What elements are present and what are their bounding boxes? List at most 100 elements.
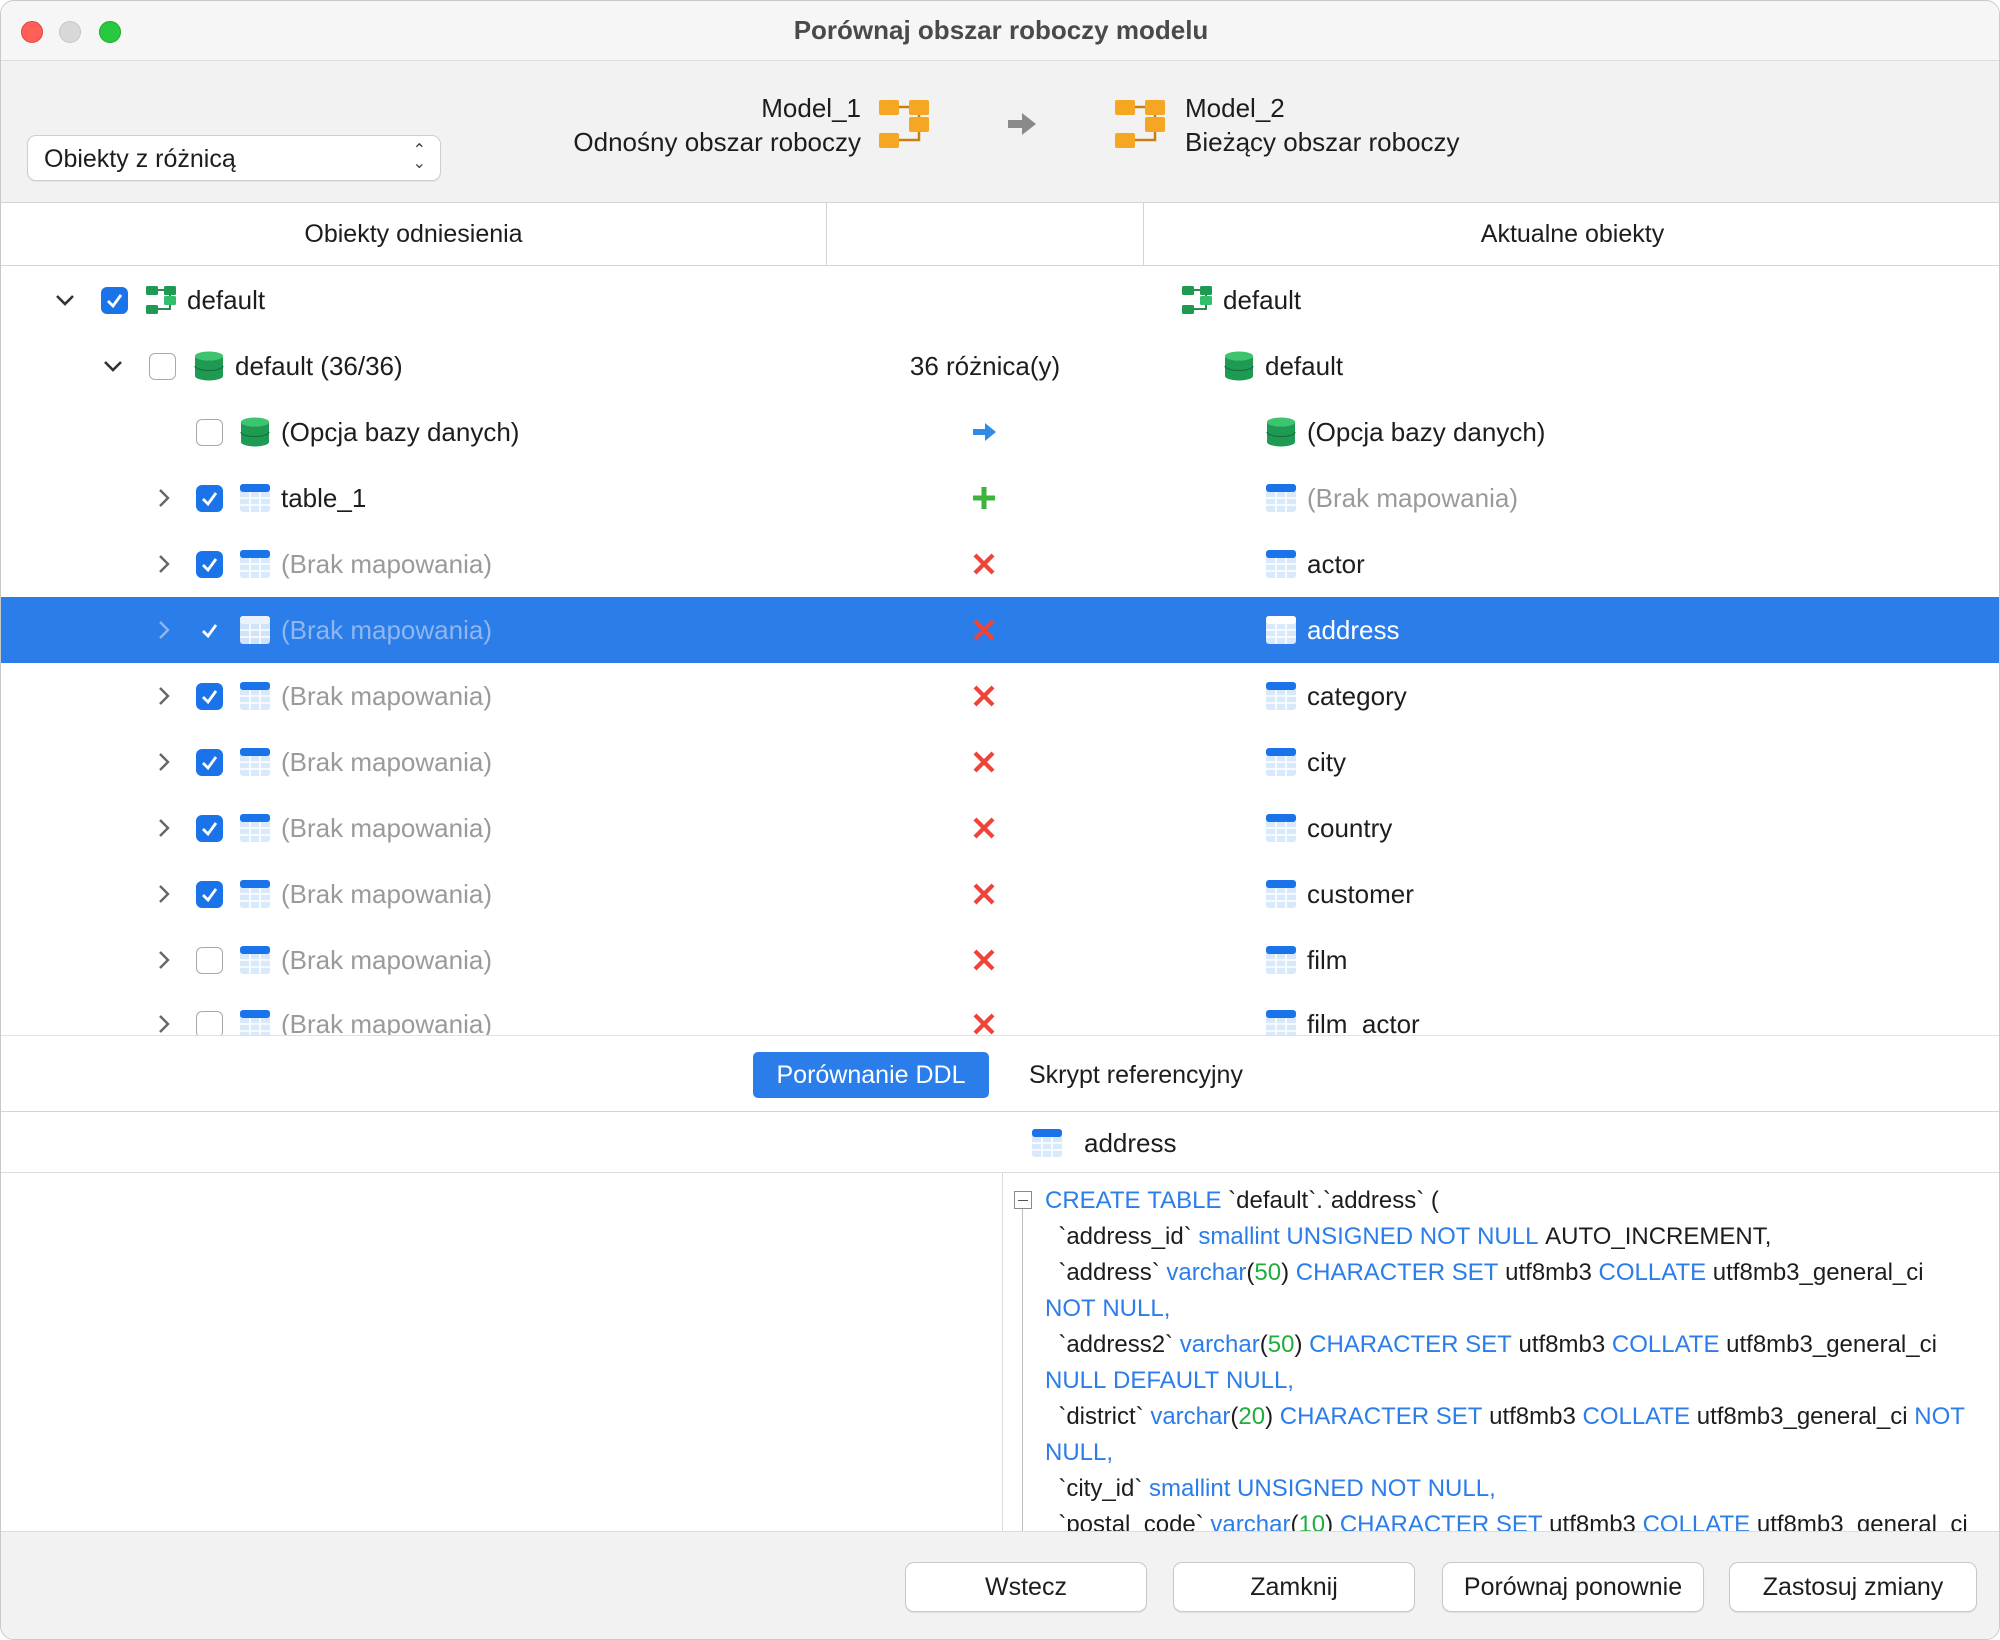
chevron-right-icon[interactable] [153, 751, 175, 773]
sql-keyword: NOT NULL, [1045, 1295, 1171, 1322]
row-checkbox[interactable] [196, 749, 223, 776]
compare-window: Porównaj obszar roboczy modelu Obiekty z… [0, 0, 2000, 1640]
chevron-right-icon[interactable] [153, 553, 175, 575]
sql-text: utf8mb3_general_ci [1706, 1259, 1924, 1286]
chevron-right-icon[interactable] [153, 883, 175, 905]
tree-row[interactable]: table_1 (Brak mapowania) [1, 465, 1999, 531]
tree-row-schema[interactable]: default (36/36) 36 różnica(y) default [1, 333, 1999, 399]
current-workspace-label: Bieżący obszar roboczy [1185, 127, 1460, 157]
current-model-info: Model_2 Bieżący obszar roboczy [1185, 91, 1460, 159]
row-ref-label: (Brak mapowania) [281, 944, 492, 975]
row-ref-label: (Opcja bazy danych) [281, 416, 520, 447]
database-icon [1266, 417, 1296, 447]
window-title: Porównaj obszar roboczy modelu [793, 15, 1209, 45]
ddl-object-header: address [1, 1112, 1999, 1173]
model-icon [1115, 100, 1165, 148]
table-icon [1266, 880, 1296, 908]
table-icon [1266, 550, 1296, 578]
chevron-down-icon[interactable] [54, 289, 76, 311]
sql-text: `address2` [1045, 1331, 1180, 1358]
sql-number: 50 [1267, 1331, 1295, 1358]
row-cur-label: country [1307, 812, 1393, 843]
chevron-down-icon[interactable] [102, 355, 124, 377]
table-icon [240, 946, 270, 974]
row-cur-label: film_actor [1307, 1008, 1420, 1036]
filter-select[interactable]: Obiekty z różnicą ⌃ ⌄ [27, 135, 441, 181]
chevron-right-icon[interactable] [153, 817, 175, 839]
row-checkbox[interactable] [196, 881, 223, 908]
updown-chevron-icon: ⌃ ⌄ [412, 142, 426, 172]
delete-x-icon [973, 553, 995, 575]
chevron-right-icon[interactable] [153, 487, 175, 509]
table-icon [1032, 1129, 1062, 1157]
tree-row[interactable]: (Opcja bazy danych) (Opcja bazy danych) [1, 399, 1999, 465]
ddl-code-line: `district` varchar(20) CHARACTER SET utf… [1045, 1399, 1985, 1435]
column-reference-objects[interactable]: Obiekty odniesienia [1, 203, 826, 266]
table-icon [240, 1010, 270, 1035]
chevron-right-icon[interactable] [153, 685, 175, 707]
sql-text: utf8mb3_general_ci [1690, 1403, 1915, 1430]
root-checkbox[interactable] [101, 287, 128, 314]
ddl-code-line: `city_id` smallint UNSIGNED NOT NULL, [1045, 1471, 1985, 1507]
sql-text: ) [1281, 1259, 1296, 1286]
row-cur-label: (Brak mapowania) [1307, 482, 1518, 513]
column-current-objects[interactable]: Aktualne obiekty [1144, 203, 1999, 266]
row-ref-label: table_1 [281, 482, 367, 513]
tab-reference-script[interactable]: Skrypt referencyjny [1011, 1052, 1261, 1098]
table-icon [240, 814, 270, 842]
table-icon [1266, 616, 1296, 644]
table-icon [240, 682, 270, 710]
database-icon [240, 417, 270, 447]
sql-keyword: varchar [1210, 1511, 1291, 1531]
tree-row[interactable]: (Brak mapowania) customer [1, 861, 1999, 927]
table-icon [1266, 748, 1296, 776]
sql-text: `city_id` [1045, 1475, 1150, 1502]
tree-row-root[interactable]: default default [1, 267, 1999, 333]
row-checkbox[interactable] [196, 947, 223, 974]
tree-row-selected[interactable]: (Brak mapowania) address [1, 597, 1999, 663]
sql-keyword: CHARACTER SET [1279, 1403, 1483, 1430]
row-ref-label: (Brak mapowania) [281, 746, 492, 777]
row-checkbox[interactable] [196, 815, 223, 842]
comparison-tree[interactable]: default default default (36/36) 36 różni… [1, 267, 1999, 1036]
column-status[interactable] [827, 203, 1143, 266]
row-checkbox[interactable] [196, 551, 223, 578]
close-button[interactable]: Zamknij [1173, 1562, 1415, 1612]
chevron-right-icon[interactable] [153, 1013, 175, 1035]
row-checkbox[interactable] [196, 419, 223, 446]
reference-model-name: Model_1 [761, 93, 861, 123]
sql-keyword: COLLATE [1611, 1331, 1720, 1358]
tree-row[interactable]: (Brak mapowania) category [1, 663, 1999, 729]
compare-again-button[interactable]: Porównaj ponownie [1442, 1562, 1704, 1612]
back-button[interactable]: Wstecz [905, 1562, 1147, 1612]
sql-text: ) [1294, 1331, 1310, 1358]
sql-keyword: COLLATE [1642, 1511, 1751, 1531]
model-icon [879, 100, 929, 148]
table-icon [240, 748, 270, 776]
tree-row[interactable]: (Brak mapowania) actor [1, 531, 1999, 597]
row-checkbox[interactable] [196, 485, 223, 512]
tab-ddl-comparison[interactable]: Porównanie DDL [753, 1052, 989, 1098]
row-checkbox[interactable] [196, 617, 223, 644]
fold-collapse-icon[interactable] [1014, 1191, 1032, 1209]
tree-row[interactable]: (Brak mapowania) film_actor [1, 991, 1999, 1036]
tree-row[interactable]: (Brak mapowania) city [1, 729, 1999, 795]
dialog-footer: Wstecz Zamknij Porównaj ponownie Zastosu… [1, 1531, 1999, 1639]
tree-row[interactable]: (Brak mapowania) country [1, 795, 1999, 861]
tree-row[interactable]: (Brak mapowania) film [1, 927, 1999, 993]
sql-keyword: CHARACTER SET [1295, 1259, 1499, 1286]
apply-changes-button[interactable]: Zastosuj zmiany [1729, 1562, 1977, 1612]
current-model-name: Model_2 [1185, 93, 1285, 123]
sql-text: utf8mb3_general_ci [1719, 1331, 1937, 1358]
row-cur-label: address [1307, 614, 1400, 645]
chevron-right-icon[interactable] [153, 619, 175, 641]
ddl-current-pane[interactable]: CREATE TABLE `default`.`address` ( `addr… [1004, 1173, 1999, 1531]
ddl-tabs: Porównanie DDL Skrypt referencyjny [1, 1035, 1999, 1112]
row-checkbox[interactable] [196, 1011, 223, 1035]
row-cur-label: (Opcja bazy danych) [1307, 416, 1546, 447]
row-checkbox[interactable] [196, 683, 223, 710]
ddl-reference-pane[interactable] [1, 1173, 1003, 1531]
chevron-right-icon[interactable] [153, 949, 175, 971]
sql-text: `default`.`address` ( [1221, 1187, 1439, 1214]
schema-checkbox[interactable] [149, 353, 176, 380]
